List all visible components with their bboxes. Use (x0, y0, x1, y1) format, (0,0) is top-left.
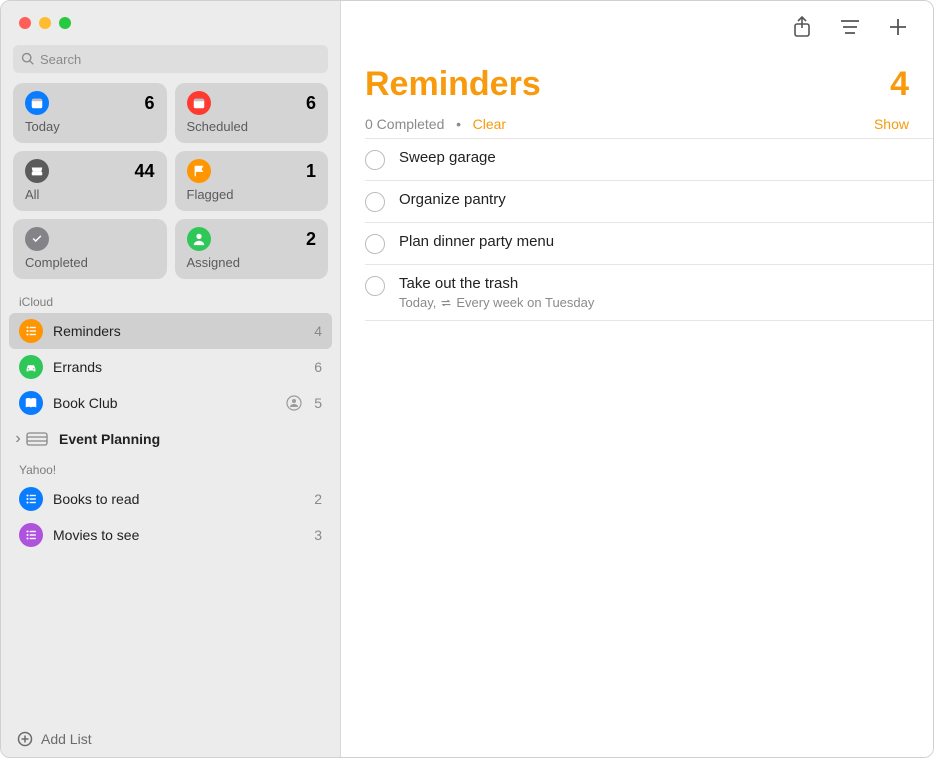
list-count: 6 (308, 359, 322, 375)
fullscreen-window-button[interactable] (59, 17, 71, 29)
list-books-to-read[interactable]: Books to read2 (9, 481, 332, 517)
reminder-title: Take out the trash (399, 275, 594, 292)
list-count: 4 (308, 323, 322, 339)
list-header: Reminders 4 (341, 53, 933, 106)
list-icon (19, 487, 43, 511)
smart-list-assigned[interactable]: 2 Assigned (175, 219, 329, 279)
reminder-subtitle: Today, Every week on Tuesday (399, 295, 594, 310)
complete-toggle[interactable] (365, 276, 385, 296)
list-icon (19, 523, 43, 547)
share-button[interactable] (791, 16, 813, 38)
group-event-planning[interactable]: › Event Planning (9, 421, 332, 457)
list-count: 2 (308, 491, 322, 507)
main-pane: Reminders 4 0 Completed • Clear Show Swe… (341, 1, 933, 757)
folder-icon (25, 427, 49, 451)
list-count: 5 (308, 395, 322, 411)
list-name: Errands (53, 359, 308, 375)
list-name: Books to read (53, 491, 308, 507)
add-list-label: Add List (41, 731, 92, 747)
calendar-icon (25, 91, 49, 115)
smart-count: 6 (306, 93, 316, 114)
calendar-icon (187, 91, 211, 115)
group-name: Event Planning (59, 431, 160, 447)
smart-count: 44 (134, 161, 154, 182)
smart-list-today[interactable]: 6 Today (13, 83, 167, 143)
sidebar: 6 Today 6 Scheduled 44 All 1 Flagged Completed 2 A… (1, 1, 341, 757)
search-icon (21, 52, 40, 66)
smart-label: Today (25, 119, 155, 134)
flag-icon (187, 159, 211, 183)
smart-label: Completed (25, 255, 155, 270)
app-window: 6Today6Scheduled44All1FlaggedCompleted2A… (0, 0, 934, 758)
reminder-title: Organize pantry (399, 191, 506, 208)
complete-toggle[interactable] (365, 192, 385, 212)
list-count: 4 (890, 65, 909, 104)
smart-label: All (25, 187, 155, 202)
titlebar (1, 1, 340, 45)
complete-toggle[interactable] (365, 150, 385, 170)
book-icon (19, 391, 43, 415)
check-icon (25, 227, 49, 251)
add-list-button[interactable]: Add List (1, 721, 340, 757)
list-book-club[interactable]: Book Club 5 (9, 385, 332, 421)
reminder-item[interactable]: Sweep garage (365, 138, 933, 180)
close-window-button[interactable] (19, 17, 31, 29)
smart-label: Flagged (187, 187, 317, 202)
reminder-title: Sweep garage (399, 149, 496, 166)
complete-toggle[interactable] (365, 234, 385, 254)
minimize-window-button[interactable] (39, 17, 51, 29)
completed-count: 0 Completed (365, 116, 444, 132)
reminder-item[interactable]: Organize pantry (365, 180, 933, 222)
smart-list-all[interactable]: 44 All (13, 151, 167, 211)
car-icon (19, 355, 43, 379)
search-input[interactable] (40, 52, 320, 67)
chevron-right-icon: › (11, 430, 25, 448)
person-icon (187, 227, 211, 251)
smart-list-flagged[interactable]: 1 Flagged (175, 151, 329, 211)
smart-label: Assigned (187, 255, 317, 270)
add-reminder-button[interactable] (887, 16, 909, 38)
smart-list-scheduled[interactable]: 6 Scheduled (175, 83, 329, 143)
smart-label: Scheduled (187, 119, 317, 134)
reminder-item[interactable]: Plan dinner party menu (365, 222, 933, 264)
reminder-item[interactable]: Take out the trash Today, Every week on T… (365, 264, 933, 321)
list-title: Reminders (365, 65, 541, 104)
section-header: Yahoo! (1, 457, 340, 481)
show-completed-button[interactable]: Show (874, 116, 909, 132)
list-name: Reminders (53, 323, 308, 339)
shared-icon (286, 395, 302, 411)
list-movies-to-see[interactable]: Movies to see3 (9, 517, 332, 553)
list-icon (19, 319, 43, 343)
toolbar (341, 1, 933, 53)
clear-completed-button[interactable]: Clear (473, 116, 506, 132)
smart-count: 2 (306, 229, 316, 250)
smart-count: 6 (144, 93, 154, 114)
reminder-title: Plan dinner party menu (399, 233, 554, 250)
completed-bar: 0 Completed • Clear Show (341, 106, 933, 138)
smart-count: 1 (306, 161, 316, 182)
tray-icon (25, 159, 49, 183)
list-name: Book Club (53, 395, 286, 411)
list-count: 3 (308, 527, 322, 543)
list-name: Movies to see (53, 527, 308, 543)
section-header: iCloud (1, 289, 340, 313)
list-reminders[interactable]: Reminders4 (9, 313, 332, 349)
view-options-button[interactable] (839, 16, 861, 38)
list-errands[interactable]: Errands6 (9, 349, 332, 385)
smart-list-completed[interactable]: Completed (13, 219, 167, 279)
search-field[interactable] (13, 45, 328, 73)
